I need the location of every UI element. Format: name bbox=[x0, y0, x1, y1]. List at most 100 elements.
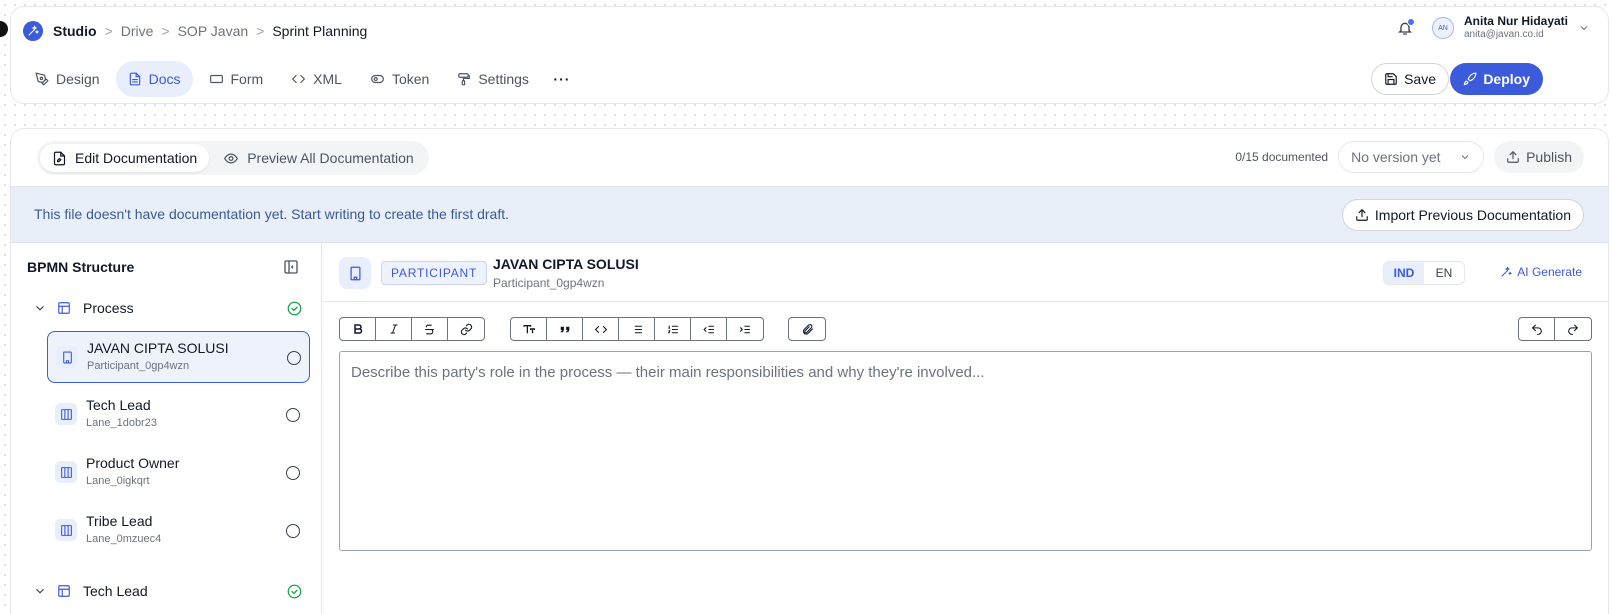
tree-group-label: Tech Lead bbox=[83, 583, 148, 599]
check-circle-icon bbox=[287, 584, 302, 599]
building-icon bbox=[339, 257, 371, 289]
preview-documentation-tab[interactable]: Preview All Documentation bbox=[211, 144, 426, 172]
tree-item-id: Lane_0mzuec4 bbox=[86, 533, 162, 545]
documentation-toolbar: Edit Documentation Preview All Documenta… bbox=[11, 129, 1608, 187]
edit-documentation-tab[interactable]: Edit Documentation bbox=[40, 144, 210, 172]
breadcrumb-sop-javan[interactable]: SOP Javan bbox=[178, 23, 249, 39]
lane-icon bbox=[55, 403, 77, 425]
tab-design[interactable]: Design bbox=[23, 61, 112, 97]
tab-xml-label: XML bbox=[313, 71, 342, 87]
bold-button[interactable] bbox=[340, 318, 376, 340]
main-tabs: Design Docs Form XML Token Settings ··· bbox=[23, 61, 579, 97]
tree-item-name: Tech Lead bbox=[86, 397, 151, 413]
element-id: Participant_0gp4wzn bbox=[493, 276, 605, 290]
quote-button[interactable] bbox=[547, 318, 583, 340]
user-menu[interactable]: Anita Nur Hidayati anita@javan.co.id bbox=[1464, 15, 1568, 41]
chevron-down-icon[interactable] bbox=[33, 301, 47, 315]
lane-icon bbox=[55, 461, 77, 483]
tree-item-tribe-lead[interactable]: Tribe Lead Lane_0mzuec4 bbox=[47, 505, 310, 557]
upload-icon bbox=[1355, 208, 1369, 222]
edit-documentation-label: Edit Documentation bbox=[75, 150, 198, 166]
tree-group-tech-lead[interactable]: Tech Lead bbox=[11, 579, 322, 605]
tree-item-id: Participant_0gp4wzn bbox=[87, 360, 190, 372]
tree-item-tech-lead[interactable]: Tech Lead Lane_1dobr23 bbox=[47, 389, 310, 441]
user-email: anita@javan.co.id bbox=[1463, 29, 1544, 40]
strikethrough-button[interactable] bbox=[412, 318, 448, 340]
attachment-button[interactable] bbox=[789, 318, 825, 340]
italic-button[interactable] bbox=[376, 318, 412, 340]
lang-option-en[interactable]: EN bbox=[1424, 262, 1464, 284]
bullet-list-button[interactable] bbox=[619, 318, 655, 340]
language-toggle: IND EN bbox=[1383, 261, 1465, 285]
breadcrumb-separator: > bbox=[161, 23, 170, 39]
tree-item-name: Product Owner bbox=[86, 455, 180, 471]
text-size-button[interactable] bbox=[511, 318, 547, 340]
status-radio bbox=[286, 408, 300, 422]
tab-form[interactable]: Form bbox=[197, 61, 276, 97]
publish-button[interactable]: Publish bbox=[1494, 141, 1584, 173]
tree-item-id: Lane_1dobr23 bbox=[86, 417, 157, 429]
tab-token-label: Token bbox=[391, 71, 430, 87]
breadcrumb-studio[interactable]: Studio bbox=[53, 23, 97, 39]
studio-logo-icon[interactable] bbox=[23, 21, 43, 41]
import-documentation-button[interactable]: Import Previous Documentation bbox=[1341, 199, 1584, 231]
tab-settings[interactable]: Settings bbox=[445, 61, 541, 97]
empty-documentation-notice: This file doesn't have documentation yet… bbox=[11, 187, 1608, 243]
attachment-group bbox=[788, 317, 826, 341]
tab-xml[interactable]: XML bbox=[279, 61, 354, 97]
outdent-button[interactable] bbox=[691, 318, 727, 340]
more-options-button[interactable]: ··· bbox=[545, 61, 579, 97]
sidebar-title: BPMN Structure bbox=[27, 259, 135, 275]
notification-bell-icon[interactable] bbox=[1394, 17, 1416, 39]
numbered-list-button[interactable] bbox=[655, 318, 691, 340]
lang-option-ind[interactable]: IND bbox=[1384, 262, 1424, 284]
tab-token[interactable]: Token bbox=[358, 61, 441, 97]
tree-group-process[interactable]: Process bbox=[11, 296, 322, 322]
documentation-editor: PARTICIPANT JAVAN CIPTA SOLUSI Participa… bbox=[323, 243, 1608, 614]
user-name: Anita Nur Hidayati bbox=[1463, 14, 1568, 28]
collapse-sidebar-icon[interactable] bbox=[283, 259, 299, 275]
save-icon bbox=[1384, 72, 1398, 86]
tree-item-product-owner[interactable]: Product Owner Lane_0igkqrt bbox=[47, 447, 310, 499]
link-button[interactable] bbox=[448, 318, 484, 340]
textarea-placeholder: Describe this party's role in the proces… bbox=[351, 364, 985, 381]
documentation-textarea[interactable]: Describe this party's role in the proces… bbox=[339, 351, 1592, 551]
status-radio bbox=[286, 524, 300, 538]
ai-generate-button[interactable]: AI Generate bbox=[1500, 265, 1582, 279]
save-button[interactable]: Save bbox=[1371, 63, 1449, 95]
documentation-panel: Edit Documentation Preview All Documenta… bbox=[10, 128, 1609, 614]
undo-button[interactable] bbox=[1519, 318, 1555, 340]
redo-button[interactable] bbox=[1555, 318, 1591, 340]
tree-item-javan-cipta-solusi[interactable]: JAVAN CIPTA SOLUSI Participant_0gp4wzn bbox=[47, 331, 310, 383]
window-edge-dot bbox=[0, 21, 8, 37]
upload-icon bbox=[1506, 150, 1520, 164]
tab-form-label: Form bbox=[230, 71, 264, 87]
notice-text: This file doesn't have documentation yet… bbox=[34, 206, 510, 222]
indent-button[interactable] bbox=[727, 318, 763, 340]
tree-item-name: JAVAN CIPTA SOLUSI bbox=[87, 340, 229, 356]
breadcrumb-drive[interactable]: Drive bbox=[121, 23, 154, 39]
tree-group-label: Process bbox=[83, 300, 134, 316]
doc-status-area: 0/15 documented No version yet Publish bbox=[1235, 141, 1584, 173]
element-type-badge: PARTICIPANT bbox=[381, 261, 488, 285]
token-icon bbox=[370, 72, 385, 86]
tab-settings-label: Settings bbox=[478, 71, 529, 87]
chevron-down-icon[interactable] bbox=[1578, 22, 1590, 34]
file-edit-icon bbox=[52, 151, 67, 166]
avatar[interactable]: AN bbox=[1431, 17, 1454, 39]
tree-item-name: Tribe Lead bbox=[86, 513, 153, 529]
version-select[interactable]: No version yet bbox=[1338, 141, 1485, 173]
code-icon bbox=[291, 72, 306, 86]
inline-format-group bbox=[339, 317, 485, 341]
ai-generate-label: AI Generate bbox=[1517, 265, 1582, 279]
chevron-down-icon bbox=[1459, 151, 1471, 163]
code-button[interactable] bbox=[583, 318, 619, 340]
tab-docs[interactable]: Docs bbox=[115, 61, 193, 97]
pen-tool-icon bbox=[35, 72, 49, 86]
chevron-down-icon[interactable] bbox=[33, 584, 47, 598]
publish-label: Publish bbox=[1526, 149, 1572, 165]
breadcrumb-current: Sprint Planning bbox=[272, 23, 368, 39]
status-radio bbox=[287, 351, 301, 365]
tab-docs-label: Docs bbox=[148, 71, 181, 87]
deploy-button[interactable]: Deploy bbox=[1450, 63, 1543, 95]
